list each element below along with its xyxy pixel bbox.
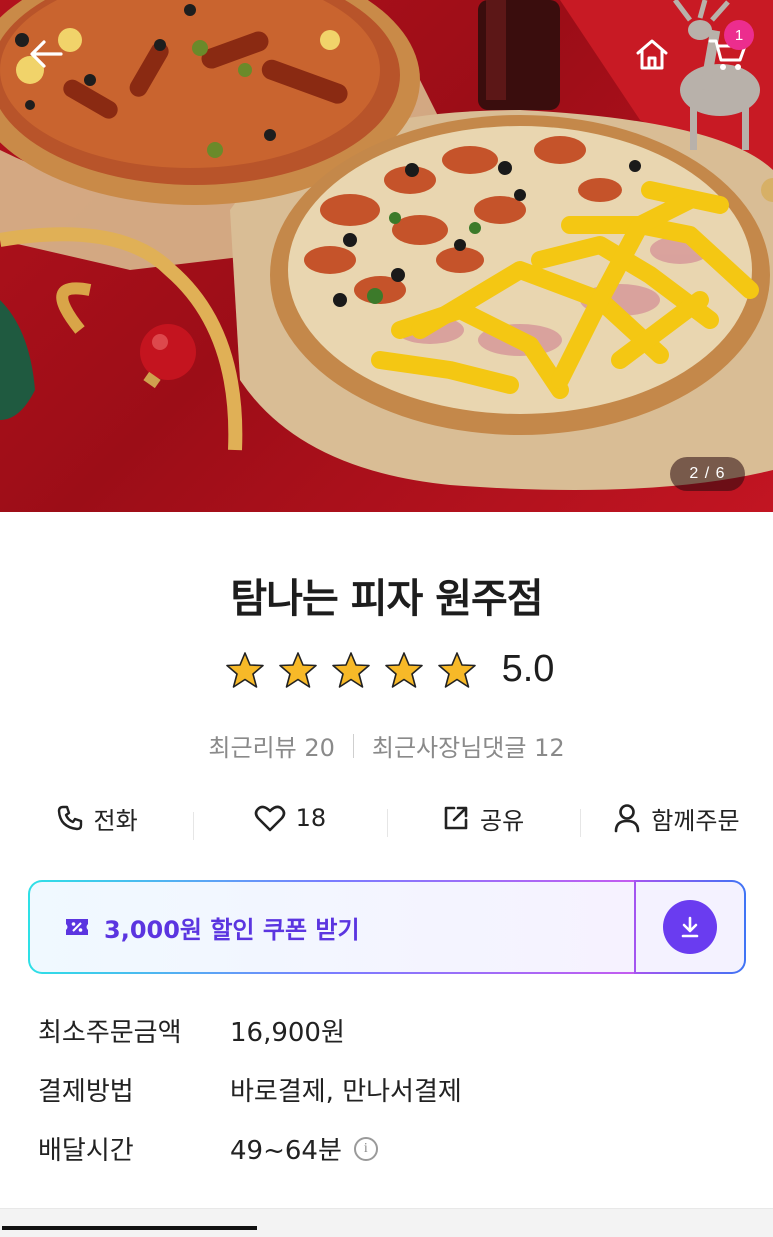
- person-icon: [614, 804, 640, 833]
- gallery-page-indicator: 2 / 6: [670, 457, 745, 491]
- payment-method-label: 결제방법: [38, 1077, 134, 1107]
- min-order-row: 최소주문금액 16,900원: [38, 1012, 738, 1049]
- delivery-time-row: 배달시간 49~64분 i: [38, 1130, 738, 1167]
- download-circle: [663, 900, 717, 954]
- back-button[interactable]: [22, 30, 70, 78]
- review-summary: 최근리뷰 20 최근사장님댓글 12: [0, 728, 773, 763]
- arrow-left-icon: [30, 40, 63, 68]
- hero-image[interactable]: 1 2 / 6: [0, 0, 773, 512]
- group-order-label: 함께주문: [651, 806, 740, 835]
- share-label: 공유: [480, 806, 525, 835]
- share-icon: [444, 806, 468, 830]
- star-icon: [385, 651, 423, 688]
- coupon-banner[interactable]: 3,000원 할인 쿠폰 받기: [28, 880, 636, 974]
- store-name: 탐나는 피자 원주점: [230, 576, 543, 622]
- min-order-label: 최소주문금액: [38, 1018, 182, 1048]
- coupon-label: 3,000원 할인 쿠폰 받기: [104, 915, 360, 944]
- divider: [352, 733, 354, 758]
- delivery-time-label: 배달시간: [38, 1136, 134, 1166]
- favorite-button[interactable]: 18: [193, 804, 386, 840]
- share-button[interactable]: 공유: [386, 801, 580, 837]
- payment-method-value: 바로결제, 만나서결제: [230, 1077, 462, 1107]
- star-icon: [438, 651, 476, 688]
- call-button[interactable]: 전화: [0, 801, 193, 836]
- min-order-value: 16,900원: [230, 1018, 345, 1048]
- cart-button[interactable]: 1: [700, 20, 756, 80]
- heart-icon: [254, 805, 285, 832]
- payment-method-row: 결제방법 바로결제, 만나서결제: [38, 1071, 738, 1108]
- coupon-icon: [66, 919, 88, 935]
- group-order-button[interactable]: 함께주문: [579, 801, 773, 837]
- active-tab-indicator: [2, 1226, 257, 1230]
- download-icon: [681, 916, 699, 938]
- delivery-time-value-wrap: 49~64분 i: [230, 1130, 378, 1167]
- star-icon: [226, 651, 264, 688]
- coupon-download-button[interactable]: [634, 880, 746, 974]
- favorite-count: 18: [295, 804, 327, 832]
- star-icon: [279, 651, 317, 688]
- rating-row[interactable]: 5.0: [0, 648, 773, 691]
- cart-count-badge: 1: [724, 20, 754, 50]
- owner-comments-link[interactable]: 최근사장님댓글 12: [372, 728, 565, 763]
- star-icon: [332, 651, 370, 688]
- info-icon[interactable]: i: [353, 1136, 378, 1161]
- rating-value: 5.0: [501, 648, 555, 690]
- call-label: 전화: [93, 806, 138, 835]
- home-button[interactable]: [628, 30, 676, 78]
- recent-reviews-link[interactable]: 최근리뷰 20: [208, 728, 335, 763]
- delivery-time-value: 49~64분: [230, 1136, 342, 1166]
- section-divider: [0, 1208, 773, 1237]
- phone-icon: [57, 805, 82, 831]
- home-icon: [636, 39, 668, 70]
- store-actions: 전화 18 공유 함께주문: [0, 796, 773, 840]
